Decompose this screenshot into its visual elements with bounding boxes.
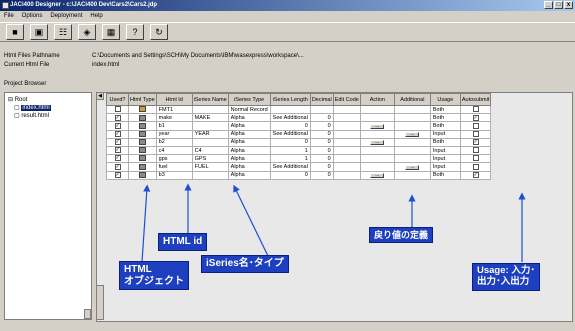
callout-html-id: HTML id (158, 233, 208, 251)
callout-usage: Usage: 入力･ 出力･入出力 (472, 263, 541, 291)
arrow-html-object (141, 184, 151, 263)
arrow-iseries (233, 184, 269, 257)
callout-html-object: HTML オブジェクト (119, 261, 189, 290)
callout-return-value: 戻り値の定義 (369, 227, 434, 244)
callout-iseries: iSeries名･タイプ (201, 255, 289, 273)
